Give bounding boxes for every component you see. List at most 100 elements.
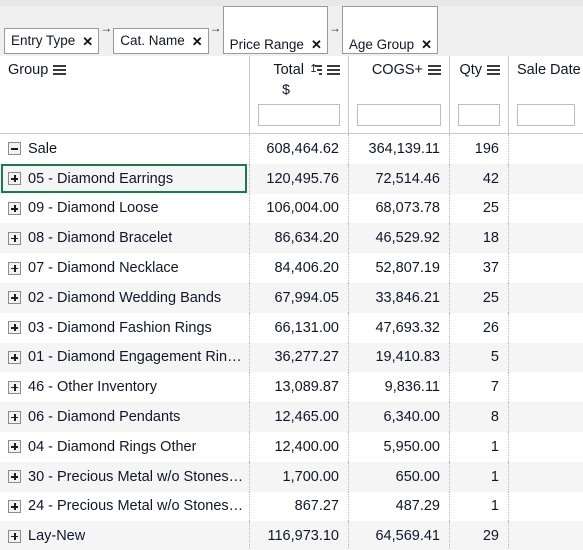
collapse-icon[interactable] bbox=[8, 142, 21, 156]
table-row[interactable]: Sale 608,464.62 364,139.11 196 bbox=[0, 134, 583, 164]
table-row[interactable]: 46 - Other Inventory 13,089.87 9,836.11 7 bbox=[0, 372, 583, 403]
cell-sale_date[interactable] bbox=[508, 134, 583, 164]
cell-group[interactable]: 06 - Diamond Pendants bbox=[0, 402, 249, 432]
filter-chip-close-icon[interactable]: ✕ bbox=[192, 35, 203, 48]
cell-qty[interactable]: 25 bbox=[449, 193, 508, 224]
table-row[interactable]: 04 - Diamond Rings Other 12,400.00 5,950.0… bbox=[0, 431, 583, 462]
cell-cogs[interactable]: 6,340.00 bbox=[348, 402, 449, 432]
cell-cogs[interactable]: 19,410.83 bbox=[348, 342, 449, 373]
column-menu-icon-group[interactable] bbox=[53, 65, 67, 76]
column-menu-icon-total[interactable] bbox=[327, 65, 340, 76]
filter-chip-close-icon[interactable]: ✕ bbox=[311, 38, 322, 51]
cell-sale_date[interactable] bbox=[508, 163, 583, 194]
column-header-qty[interactable]: Qty bbox=[449, 56, 508, 133]
expand-icon[interactable] bbox=[8, 321, 21, 335]
cell-sale_date[interactable] bbox=[508, 461, 583, 492]
filter-chip[interactable]: Price Range ✕ bbox=[222, 6, 328, 54]
cell-qty[interactable]: 26 bbox=[449, 312, 508, 343]
cell-group[interactable]: Lay-New bbox=[0, 521, 249, 550]
cell-group[interactable]: 08 - Diamond Bracelet bbox=[0, 223, 249, 253]
cell-total[interactable]: 120,495.76 bbox=[249, 163, 348, 194]
table-row[interactable]: 05 - Diamond Earrings 120,495.76 72,514.46… bbox=[0, 163, 583, 194]
cell-cogs[interactable]: 33,846.21 bbox=[348, 282, 449, 313]
column-header-cogs[interactable]: COGS+ bbox=[348, 56, 449, 133]
expand-icon[interactable] bbox=[8, 499, 21, 513]
expand-icon[interactable] bbox=[8, 201, 21, 215]
cell-cogs[interactable]: 9,836.11 bbox=[348, 372, 449, 403]
column-header-group[interactable]: Group bbox=[0, 56, 249, 133]
cell-group[interactable]: 04 - Diamond Rings Other bbox=[0, 432, 249, 462]
cell-qty[interactable]: 1 bbox=[449, 461, 508, 492]
expand-icon[interactable] bbox=[8, 172, 21, 186]
cell-qty[interactable]: 196 bbox=[449, 134, 508, 164]
cell-qty[interactable]: 29 bbox=[449, 521, 508, 550]
table-row[interactable]: Lay-New 116,973.10 64,569.41 29 bbox=[0, 521, 583, 550]
column-header-sale_date[interactable]: Sale Date bbox=[508, 56, 583, 133]
cell-total[interactable]: 66,131.00 bbox=[249, 312, 348, 343]
cell-qty[interactable]: 42 bbox=[449, 163, 508, 194]
cell-cogs[interactable]: 64,569.41 bbox=[348, 521, 449, 550]
cell-qty[interactable]: 25 bbox=[449, 282, 508, 313]
table-row[interactable]: 24 - Precious Metal w/o Stones… 867.27 487… bbox=[0, 491, 583, 522]
cell-sale_date[interactable] bbox=[508, 193, 583, 224]
expand-icon[interactable] bbox=[8, 291, 21, 305]
table-row[interactable]: 08 - Diamond Bracelet 86,634.20 46,529.92 1… bbox=[0, 223, 583, 254]
column-menu-icon-qty[interactable] bbox=[487, 65, 500, 76]
cell-group[interactable]: 02 - Diamond Wedding Bands bbox=[0, 283, 249, 313]
expand-icon[interactable] bbox=[8, 261, 21, 275]
filter-chip[interactable]: Entry Type ✕ bbox=[4, 28, 100, 54]
cell-total[interactable]: 84,406.20 bbox=[249, 253, 348, 283]
table-row[interactable]: 01 - Diamond Engagement Rin… 36,277.27 19,… bbox=[0, 342, 583, 373]
cell-qty[interactable]: 18 bbox=[449, 223, 508, 254]
cell-sale_date[interactable] bbox=[508, 312, 583, 343]
cell-sale_date[interactable] bbox=[508, 372, 583, 403]
table-row[interactable]: 09 - Diamond Loose 106,004.00 68,073.78 25 bbox=[0, 193, 583, 224]
cell-total[interactable]: 867.27 bbox=[249, 491, 348, 522]
cell-group[interactable]: 24 - Precious Metal w/o Stones… bbox=[0, 492, 249, 522]
cell-cogs[interactable]: 46,529.92 bbox=[348, 223, 449, 254]
expand-icon[interactable] bbox=[8, 470, 21, 484]
filter-chip[interactable]: Cat. Name ✕ bbox=[113, 28, 209, 54]
cell-cogs[interactable]: 364,139.11 bbox=[348, 134, 449, 164]
cell-group[interactable]: 01 - Diamond Engagement Rin… bbox=[0, 343, 249, 373]
table-row[interactable]: 07 - Diamond Necklace 84,406.20 52,807.19 3… bbox=[0, 253, 583, 283]
cell-total[interactable]: 86,634.20 bbox=[249, 223, 348, 254]
cell-total[interactable]: 13,089.87 bbox=[249, 372, 348, 403]
filter-chip[interactable]: Age Group ✕ bbox=[341, 6, 439, 54]
cell-sale_date[interactable] bbox=[508, 342, 583, 373]
sort-descending-icon[interactable]: ↥ bbox=[309, 64, 322, 76]
cell-cogs[interactable]: 5,950.00 bbox=[348, 431, 449, 462]
table-row[interactable]: 03 - Diamond Fashion Rings 66,131.00 47,69… bbox=[0, 312, 583, 343]
cell-sale_date[interactable] bbox=[508, 282, 583, 313]
cell-total[interactable]: 116,973.10 bbox=[249, 521, 348, 550]
expand-icon[interactable] bbox=[8, 529, 21, 543]
cell-cogs[interactable]: 650.00 bbox=[348, 461, 449, 492]
cell-cogs[interactable]: 68,073.78 bbox=[348, 193, 449, 224]
cell-group[interactable]: 05 - Diamond Earrings bbox=[0, 164, 249, 194]
cell-sale_date[interactable] bbox=[508, 402, 583, 432]
cell-cogs[interactable]: 72,514.46 bbox=[348, 163, 449, 194]
table-row[interactable]: 02 - Diamond Wedding Bands 67,994.05 33,84… bbox=[0, 282, 583, 313]
expand-icon[interactable] bbox=[8, 350, 21, 364]
column-filter-input-cogs[interactable] bbox=[357, 104, 441, 126]
cell-total[interactable]: 608,464.62 bbox=[249, 134, 348, 164]
cell-sale_date[interactable] bbox=[508, 253, 583, 283]
cell-total[interactable]: 1,700.00 bbox=[249, 461, 348, 492]
filter-chip-close-icon[interactable]: ✕ bbox=[421, 38, 432, 51]
expand-icon[interactable] bbox=[8, 440, 21, 454]
cell-group[interactable]: 07 - Diamond Necklace bbox=[0, 253, 249, 283]
cell-qty[interactable]: 1 bbox=[449, 491, 508, 522]
filter-chip-close-icon[interactable]: ✕ bbox=[82, 35, 93, 48]
cell-qty[interactable]: 1 bbox=[449, 431, 508, 462]
cell-total[interactable]: 67,994.05 bbox=[249, 282, 348, 313]
cell-sale_date[interactable] bbox=[508, 431, 583, 462]
cell-sale_date[interactable] bbox=[508, 223, 583, 254]
expand-icon[interactable] bbox=[8, 410, 21, 424]
cell-group[interactable]: 03 - Diamond Fashion Rings bbox=[0, 313, 249, 343]
expand-icon[interactable] bbox=[8, 231, 21, 245]
cell-total[interactable]: 36,277.27 bbox=[249, 342, 348, 373]
cell-group[interactable]: Sale bbox=[0, 134, 249, 164]
column-filter-input-qty[interactable] bbox=[458, 104, 500, 126]
expand-icon[interactable] bbox=[8, 380, 21, 394]
column-header-total[interactable]: Total ↥ $ bbox=[249, 56, 348, 133]
